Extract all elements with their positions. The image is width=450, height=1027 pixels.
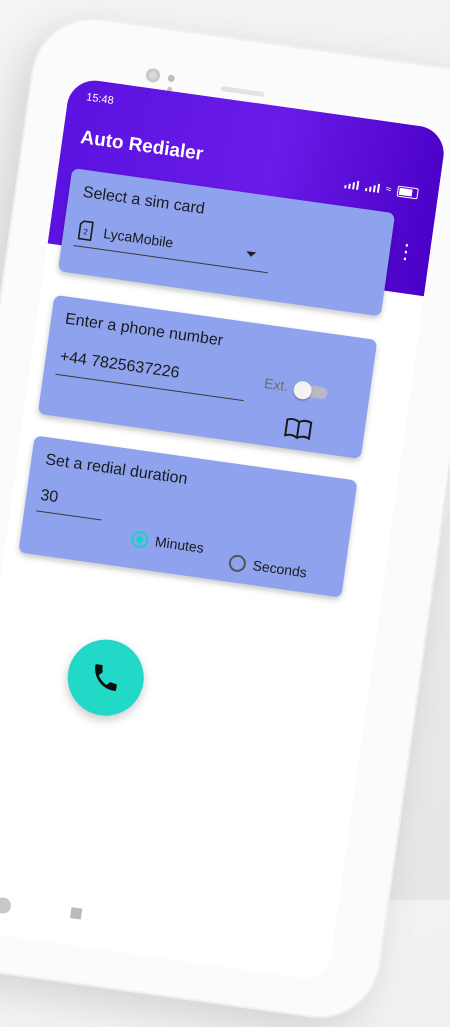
phone-device-frame: 15:48 ≈ Auto Redialer ⋮ Select a sim car… xyxy=(0,10,450,1027)
seconds-radio[interactable] xyxy=(227,553,248,573)
more-vert-icon[interactable]: ⋮ xyxy=(394,240,417,265)
status-icons: ≈ xyxy=(343,178,419,200)
book-icon[interactable] xyxy=(283,416,314,442)
navigation-bar xyxy=(0,889,333,981)
signal-icon xyxy=(343,179,360,190)
chevron-down-icon[interactable] xyxy=(245,251,257,258)
earpiece-speaker xyxy=(220,85,265,98)
status-time: 15:48 xyxy=(85,91,115,108)
phone-label: Enter a phone number xyxy=(64,310,225,350)
sim-label: Select a sim card xyxy=(81,183,206,218)
redial-duration-panel: Set a redial duration 30 Minutes Seconds xyxy=(18,435,358,598)
sensor xyxy=(167,74,176,83)
duration-input-underline xyxy=(36,510,102,521)
ext-label: Ext. xyxy=(263,374,290,395)
minutes-radio[interactable] xyxy=(130,529,150,550)
battery-icon xyxy=(396,185,419,200)
ext-toggle[interactable] xyxy=(294,383,329,400)
recents-icon[interactable] xyxy=(69,907,83,920)
phone-number-panel: Enter a phone number +44 7825637226 Ext. xyxy=(37,294,378,459)
call-button[interactable] xyxy=(62,634,149,721)
seconds-label: Seconds xyxy=(251,557,308,581)
phone-icon xyxy=(95,664,117,692)
home-icon[interactable] xyxy=(0,896,13,915)
sim-card-icon: 2 xyxy=(77,220,94,242)
volume-button xyxy=(441,411,450,522)
app-screen: 15:48 ≈ Auto Redialer ⋮ Select a sim car… xyxy=(0,76,448,982)
duration-label: Set a redial duration xyxy=(44,451,189,488)
app-title: Auto Redialer xyxy=(79,127,205,165)
signal-icon-2 xyxy=(364,182,380,193)
front-camera xyxy=(145,67,161,84)
sim-dropdown-value[interactable]: LycaMobile xyxy=(102,225,174,251)
minutes-label: Minutes xyxy=(154,533,205,556)
wifi-icon: ≈ xyxy=(385,183,393,196)
duration-input[interactable]: 30 xyxy=(39,487,59,507)
svg-text:2: 2 xyxy=(83,227,89,237)
